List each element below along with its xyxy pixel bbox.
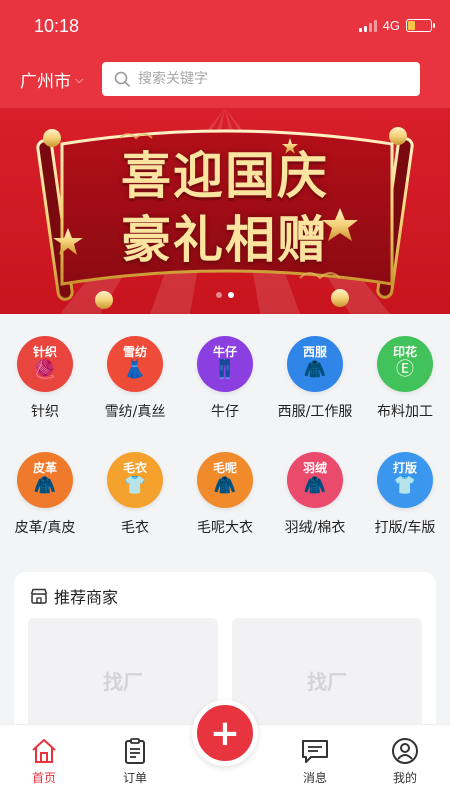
category-label: 打版/车版 <box>374 520 436 536</box>
category-label: 布料加工 <box>377 404 433 420</box>
signal-icon <box>358 19 377 32</box>
promo-banner[interactable]: 喜迎国庆 豪礼相赠 <box>0 108 450 314</box>
category-icon: 皮革 🧥 <box>17 452 73 508</box>
tab-profile[interactable]: 我的 <box>370 733 440 786</box>
tab-home[interactable]: 首页 <box>9 733 79 786</box>
top-header: 10:18 4G 广州市 ⌵ <box>0 0 450 108</box>
category-tag: 毛呢 <box>212 461 237 475</box>
category-label: 西服/工作服 <box>277 404 353 420</box>
category-icon: 毛呢 🧥 <box>197 452 253 508</box>
publish-button[interactable]: + <box>192 700 258 766</box>
user-icon <box>392 738 418 764</box>
tab-profile-label: 我的 <box>392 771 417 785</box>
home-icon <box>32 739 56 763</box>
category-item[interactable]: 羽绒 🧥 羽绒/棉衣 <box>270 452 360 537</box>
category-tag: 雪纺 <box>122 345 147 359</box>
garment-icon: Ⓔ <box>396 359 414 380</box>
category-icon: 打版 👕 <box>377 452 433 508</box>
tab-home-label: 首页 <box>31 771 56 785</box>
search-icon <box>114 71 130 87</box>
status-bar: 10:18 4G <box>0 0 450 52</box>
category-icon: 针织 🧶 <box>17 336 73 392</box>
search-bar[interactable] <box>102 62 420 96</box>
garment-icon: 👕 <box>393 475 417 496</box>
city-selector[interactable]: 广州市 ⌵ <box>20 67 83 92</box>
banner-headline-2: 豪礼相赠 <box>121 210 329 269</box>
tab-messages[interactable]: 消息 <box>280 733 350 786</box>
placeholder-logo: 找厂 <box>103 669 143 694</box>
category-item[interactable]: 打版 👕 打版/车版 <box>360 452 450 537</box>
garment-icon: 🧶 <box>33 359 57 380</box>
garment-icon: 👖 <box>213 359 237 380</box>
category-label: 毛衣 <box>121 520 149 536</box>
message-icon <box>302 740 328 763</box>
clipboard-icon <box>125 738 145 764</box>
category-tag: 羽绒 <box>302 461 327 475</box>
category-icon: 羽绒 🧥 <box>287 452 343 508</box>
category-icon: 西服 🧥 <box>287 336 343 392</box>
placeholder-logo: 找厂 <box>307 669 347 694</box>
category-tag: 打版 <box>392 461 417 475</box>
category-label: 羽绒/棉衣 <box>284 520 346 536</box>
category-icon: 雪纺 👗 <box>107 336 163 392</box>
category-tag: 针织 <box>32 345 57 359</box>
category-item[interactable]: 皮革 🧥 皮革/真皮 <box>0 452 90 537</box>
recommend-header: 推荐商家 <box>30 584 118 608</box>
plus-icon: + <box>209 712 241 754</box>
tab-orders[interactable]: 订单 <box>100 733 170 786</box>
battery-icon <box>406 19 435 32</box>
category-item[interactable]: 毛呢 🧥 毛呢大衣 <box>180 452 270 537</box>
garment-icon: 🧥 <box>303 475 327 496</box>
category-tag: 牛仔 <box>212 345 237 359</box>
category-item[interactable]: 毛衣 👕 毛衣 <box>90 452 180 537</box>
category-icon: 毛衣 👕 <box>107 452 163 508</box>
category-icon: 牛仔 👖 <box>197 336 253 392</box>
category-label: 毛呢大衣 <box>197 520 253 536</box>
category-label: 雪纺/真丝 <box>104 404 166 420</box>
carousel-dot[interactable] <box>216 292 222 298</box>
city-label: 广州市 <box>20 72 71 92</box>
tab-orders-label: 订单 <box>122 771 147 785</box>
category-item[interactable]: 印花 Ⓔ 布料加工 <box>360 336 450 421</box>
category-tag: 皮革 <box>32 461 57 475</box>
status-time: 10:18 <box>34 16 80 36</box>
tab-messages-label: 消息 <box>302 771 327 785</box>
garment-icon: 🧥 <box>33 475 57 496</box>
garment-icon: 🧥 <box>303 359 327 380</box>
category-label: 针织 <box>31 404 59 420</box>
status-right: 4G <box>358 18 435 33</box>
category-item[interactable]: 雪纺 👗 雪纺/真丝 <box>90 336 180 421</box>
banner-headline-1: 喜迎国庆 <box>121 146 329 205</box>
carousel-dot-active[interactable] <box>228 292 234 298</box>
garment-icon: 🧥 <box>213 475 237 496</box>
search-input[interactable] <box>138 71 398 87</box>
category-tag: 西服 <box>302 345 327 359</box>
category-label: 皮革/真皮 <box>14 520 76 536</box>
network-type: 4G <box>382 18 400 33</box>
recommend-title: 推荐商家 <box>54 588 119 607</box>
garment-icon: 👕 <box>123 475 147 496</box>
shop-icon <box>30 588 48 604</box>
category-item[interactable]: 西服 🧥 西服/工作服 <box>270 336 360 421</box>
category-icon: 印花 Ⓔ <box>377 336 433 392</box>
chevron-down-icon: ⌵ <box>75 72 84 86</box>
category-item[interactable]: 牛仔 👖 牛仔 <box>180 336 270 421</box>
garment-icon: 👗 <box>123 359 147 380</box>
category-tag: 毛衣 <box>122 461 147 475</box>
category-item[interactable]: 针织 🧶 针织 <box>0 336 90 421</box>
category-label: 牛仔 <box>211 404 239 420</box>
category-tag: 印花 <box>392 345 417 359</box>
